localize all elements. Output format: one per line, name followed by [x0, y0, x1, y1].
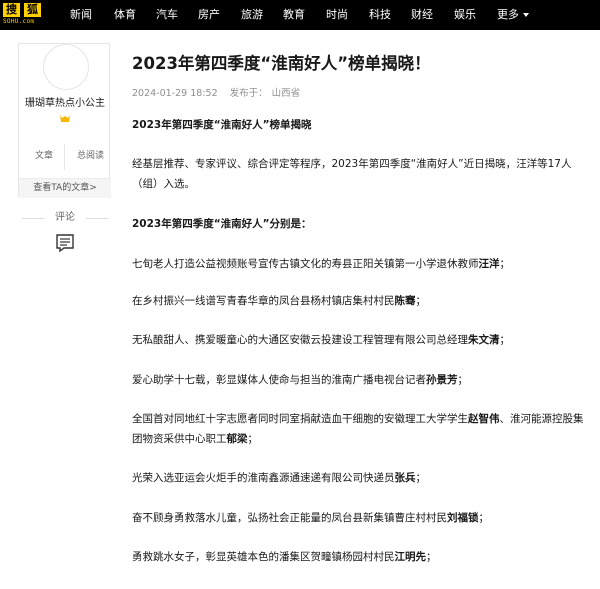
top-nav-bar: 搜 狐 SOHU.com 新闻 体育 汽车 房产 旅游 教育 时尚 科技 财经 … — [0, 0, 600, 30]
honoree-item: 无私酿甜人、携爱暖童心的大通区安徽云投建设工程管理有限公司总经理朱文清； — [132, 330, 584, 350]
comment-heading: 评论 — [22, 211, 108, 225]
nav-house[interactable]: 房产 — [198, 0, 220, 30]
nav-sports[interactable]: 体育 — [114, 0, 136, 30]
logo-url: SOHU.com — [3, 18, 35, 25]
honoree-item: 光荣入选亚运会火炬手的淮南鑫源通速递有限公司快递员张兵； — [132, 468, 584, 488]
article-paragraph: 经基层推荐、专家评议、综合评定等程序，2023年第四季度“淮南好人”近日揭晓，汪… — [132, 154, 584, 194]
nav-travel[interactable]: 旅游 — [241, 0, 263, 30]
honoree-item: 在乡村振兴一线谱写青春华章的凤台县杨村镇店集村村民陈骞； — [132, 291, 584, 311]
honoree-name: 刘福锁 — [447, 512, 479, 524]
paragraph-punct: ； — [415, 472, 427, 484]
author-card: 珊瑚草热点小公主 文章 总阅读 查看TA的文章> — [18, 43, 111, 198]
logo-char-1: 搜 — [3, 3, 20, 17]
paragraph-punct: ； — [415, 295, 427, 307]
paragraph-text: 七旬老人打造公益视频账号宣传古镇文化的寿县正阳关镇第一小学退休教师 — [132, 258, 479, 270]
sohu-logo[interactable]: 搜 狐 SOHU.com — [3, 3, 41, 27]
nav-more[interactable]: 更多 — [497, 0, 529, 30]
stat-articles-label: 文章 — [35, 151, 54, 161]
article-list-heading: 2023年第四季度“淮南好人”分别是： — [132, 214, 584, 234]
author-name[interactable]: 珊瑚草热点小公主 — [19, 97, 111, 110]
paragraph-punct: ； — [499, 258, 511, 270]
paragraph-text: 2023年第四季度“淮南好人”榜单揭晓 — [132, 119, 312, 131]
publish-label: 发布于： — [229, 88, 268, 99]
paragraph-punct: ； — [426, 551, 437, 563]
nav-tech[interactable]: 科技 — [369, 0, 391, 30]
nav-auto[interactable]: 汽车 — [156, 0, 178, 30]
nav-entertainment[interactable]: 娱乐 — [454, 0, 476, 30]
honoree-item: 勇救跳水女子，彰显英雄本色的潘集区贺疃镇杨园村村民江明先； — [132, 547, 584, 567]
paragraph-punct: ； — [247, 433, 259, 445]
article-subheading: 2023年第四季度“淮南好人”榜单揭晓 — [132, 115, 584, 135]
comment-icon[interactable] — [55, 233, 75, 253]
paragraph-text: 奋不顾身勇救落水儿童，弘扬社会正能量的凤台县新集镇曹庄村村民 — [132, 512, 447, 524]
paragraph-text: 勇救跳水女子，彰显英雄本色的潘集区贺疃镇杨园村村民 — [132, 551, 395, 563]
nav-news[interactable]: 新闻 — [70, 0, 92, 30]
honoree-name: 赵智伟 — [468, 413, 500, 425]
stat-reads-label: 总阅读 — [77, 151, 105, 161]
nav-education[interactable]: 教育 — [283, 0, 305, 30]
stat-divider — [64, 144, 65, 170]
paragraph-text: 经基层推荐、专家评议、综合评定等程序，2023年第四季度“淮南好人”近日揭晓，汪… — [132, 158, 572, 190]
honoree-name: 郁梁 — [226, 433, 248, 445]
honoree-name: 张兵 — [394, 472, 416, 484]
honoree-item: 爱心助学十七载，彰显媒体人使命与担当的淮南广播电视台记者孙景芳； — [132, 370, 584, 390]
paragraph-punct: ； — [457, 374, 469, 386]
paragraph-text: 2023年第四季度“淮南好人”分别是： — [132, 218, 312, 230]
honoree-item: 奋不顾身勇救落水儿童，弘扬社会正能量的凤台县新集镇曹庄村村民刘福锁； — [132, 508, 584, 528]
nav-finance[interactable]: 财经 — [411, 0, 433, 30]
paragraph-text: 全国首对同地红十字志愿者同时同室捐献造血干细胞的安徽理工大学学生 — [132, 413, 468, 425]
article-title: 2023年第四季度“淮南好人”榜单揭晓！ — [132, 54, 431, 73]
view-author-articles-link[interactable]: 查看TA的文章> — [19, 178, 111, 198]
honoree-name: 汪洋 — [478, 258, 500, 270]
article-meta: 2024-01-29 18:52 发布于： 山西省 — [132, 88, 312, 100]
nav-more-label: 更多 — [497, 8, 519, 21]
paragraph-text: 光荣入选亚运会火炬手的淮南鑫源通速递有限公司快递员 — [132, 472, 395, 484]
publish-location: 山西省 — [271, 88, 301, 99]
chevron-down-icon — [523, 13, 529, 17]
honoree-item: 全国首对同地红十字志愿者同时同室捐献造血干细胞的安徽理工大学学生赵智伟、淮河能源… — [132, 409, 584, 449]
logo-char-2: 狐 — [24, 3, 41, 17]
paragraph-text: 爱心助学十七载，彰显媒体人使命与担当的淮南广播电视台记者 — [132, 374, 426, 386]
honoree-name: 江明先 — [394, 551, 427, 563]
honoree-name: 朱文清 — [468, 334, 500, 346]
medal-badge-icon — [60, 115, 70, 122]
paragraph-text: 无私酿甜人、携爱暖童心的大通区安徽云投建设工程管理有限公司总经理 — [132, 334, 468, 346]
honoree-name: 陈骞 — [394, 295, 416, 307]
paragraph-text: 在乡村振兴一线谱写青春华章的凤台县杨村镇店集村村民 — [132, 295, 395, 307]
nav-fashion[interactable]: 时尚 — [326, 0, 348, 30]
paragraph-punct: ； — [499, 334, 511, 346]
honoree-name: 孙景芳 — [426, 374, 458, 386]
article-date: 2024-01-29 18:52 — [132, 88, 218, 99]
avatar[interactable] — [43, 44, 89, 90]
paragraph-punct: ； — [478, 512, 490, 524]
honoree-item: 七旬老人打造公益视频账号宣传古镇文化的寿县正阳关镇第一小学退休教师汪洋； — [132, 254, 584, 274]
